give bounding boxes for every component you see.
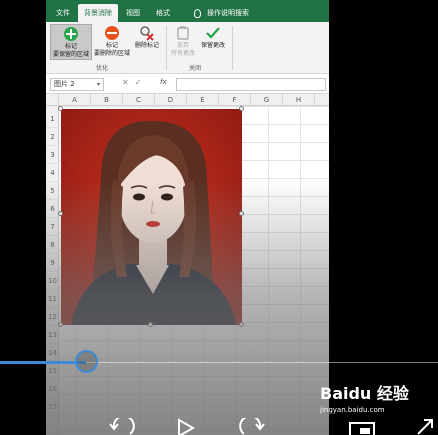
column-header[interactable]: G [251, 94, 283, 106]
column-header[interactable]: F [219, 94, 251, 106]
rewind-icon[interactable] [108, 418, 138, 435]
play-icon[interactable] [175, 418, 197, 435]
cancel-icon[interactable]: ✕ [122, 78, 135, 87]
column-header[interactable]: A [59, 94, 91, 106]
resize-handle[interactable] [58, 106, 63, 111]
seek-bar-remaining[interactable] [86, 362, 438, 363]
delete-mark-icon [140, 26, 154, 41]
tab-file[interactable]: 文件 [52, 4, 74, 22]
tab-view[interactable]: 视图 [122, 4, 144, 22]
mark-keep-line2: 要保留的区域 [52, 51, 89, 58]
column-header[interactable]: E [187, 94, 219, 106]
mark-remove-line2: 要删除的区域 [93, 50, 130, 57]
row-header[interactable]: 1 [46, 110, 59, 128]
delete-mark-label: 删除标记 [134, 42, 159, 49]
column-header[interactable]: B [91, 94, 123, 106]
picture-in-picture-icon[interactable] [348, 420, 376, 435]
ribbon-tab-bar: 文件 背景消除 视图 格式 操作说明搜索 [46, 0, 329, 22]
group-close-label: 关闭 [189, 65, 202, 72]
group-separator [166, 26, 167, 70]
name-box[interactable]: 图片 2 ▾ [50, 78, 104, 91]
mark-remove-button[interactable]: 标记 要删除的区域 [92, 24, 132, 58]
formula-input[interactable] [176, 78, 326, 91]
watermark-logo: Baidu 经验 [320, 384, 409, 403]
column-header[interactable]: H [283, 94, 315, 106]
seek-bar-played[interactable] [0, 361, 86, 364]
formula-bar-icons: ✕✓ [122, 78, 147, 87]
checkmark-icon [206, 27, 220, 39]
discard-line1: 放弃 [176, 42, 189, 49]
delete-mark-button[interactable]: 删除标记 [132, 24, 162, 50]
column-header[interactable]: D [155, 94, 187, 106]
fullscreen-icon[interactable] [414, 418, 436, 435]
discard-icon [177, 26, 189, 40]
discard-changes-button[interactable]: 放弃 所有更改 [170, 24, 196, 58]
mark-keep-line1: 标记 [64, 43, 77, 50]
tab-background-removal[interactable]: 背景消除 [78, 4, 118, 22]
discard-line2: 所有更改 [170, 50, 195, 57]
fast-forward-icon[interactable] [236, 418, 266, 435]
select-all-corner[interactable] [46, 94, 59, 106]
name-box-value: 图片 2 [54, 80, 75, 88]
watermark: Baidu 经验 jingyan.baidu.com [320, 380, 409, 414]
row-header[interactable]: 2 [46, 128, 59, 146]
chevron-down-icon[interactable]: ▾ [97, 79, 100, 90]
tell-me-search[interactable]: 操作说明搜索 [194, 4, 249, 22]
row-header[interactable]: 3 [46, 146, 59, 164]
tell-me-label: 操作说明搜索 [207, 9, 249, 17]
formula-bar: 图片 2 ▾ ✕✓ fx [46, 74, 329, 94]
column-header[interactable]: C [123, 94, 155, 106]
seek-thumb[interactable] [75, 350, 98, 373]
group-refine-label: 优化 [96, 65, 109, 72]
resize-handle[interactable] [239, 106, 244, 111]
plus-icon [64, 27, 78, 41]
group-separator [232, 26, 233, 70]
ribbon-panel: 标记 要保留的区域 标记 要删除的区域 删除标记 优化 放弃 所有更改 保留更改… [46, 22, 329, 74]
lightbulb-icon [194, 8, 201, 18]
function-icon[interactable]: fx [160, 78, 167, 86]
watermark-url: jingyan.baidu.com [320, 406, 385, 414]
mark-keep-button[interactable]: 标记 要保留的区域 [50, 24, 92, 60]
keep-changes-label: 保留更改 [200, 42, 225, 49]
mark-remove-line1: 标记 [105, 42, 118, 49]
column-headers: A B C D E F G H [46, 94, 329, 106]
keep-changes-button[interactable]: 保留更改 [198, 24, 228, 50]
video-overlay [46, 180, 329, 435]
minus-icon [105, 26, 119, 40]
confirm-icon[interactable]: ✓ [135, 78, 148, 87]
tab-format[interactable]: 格式 [152, 4, 174, 22]
